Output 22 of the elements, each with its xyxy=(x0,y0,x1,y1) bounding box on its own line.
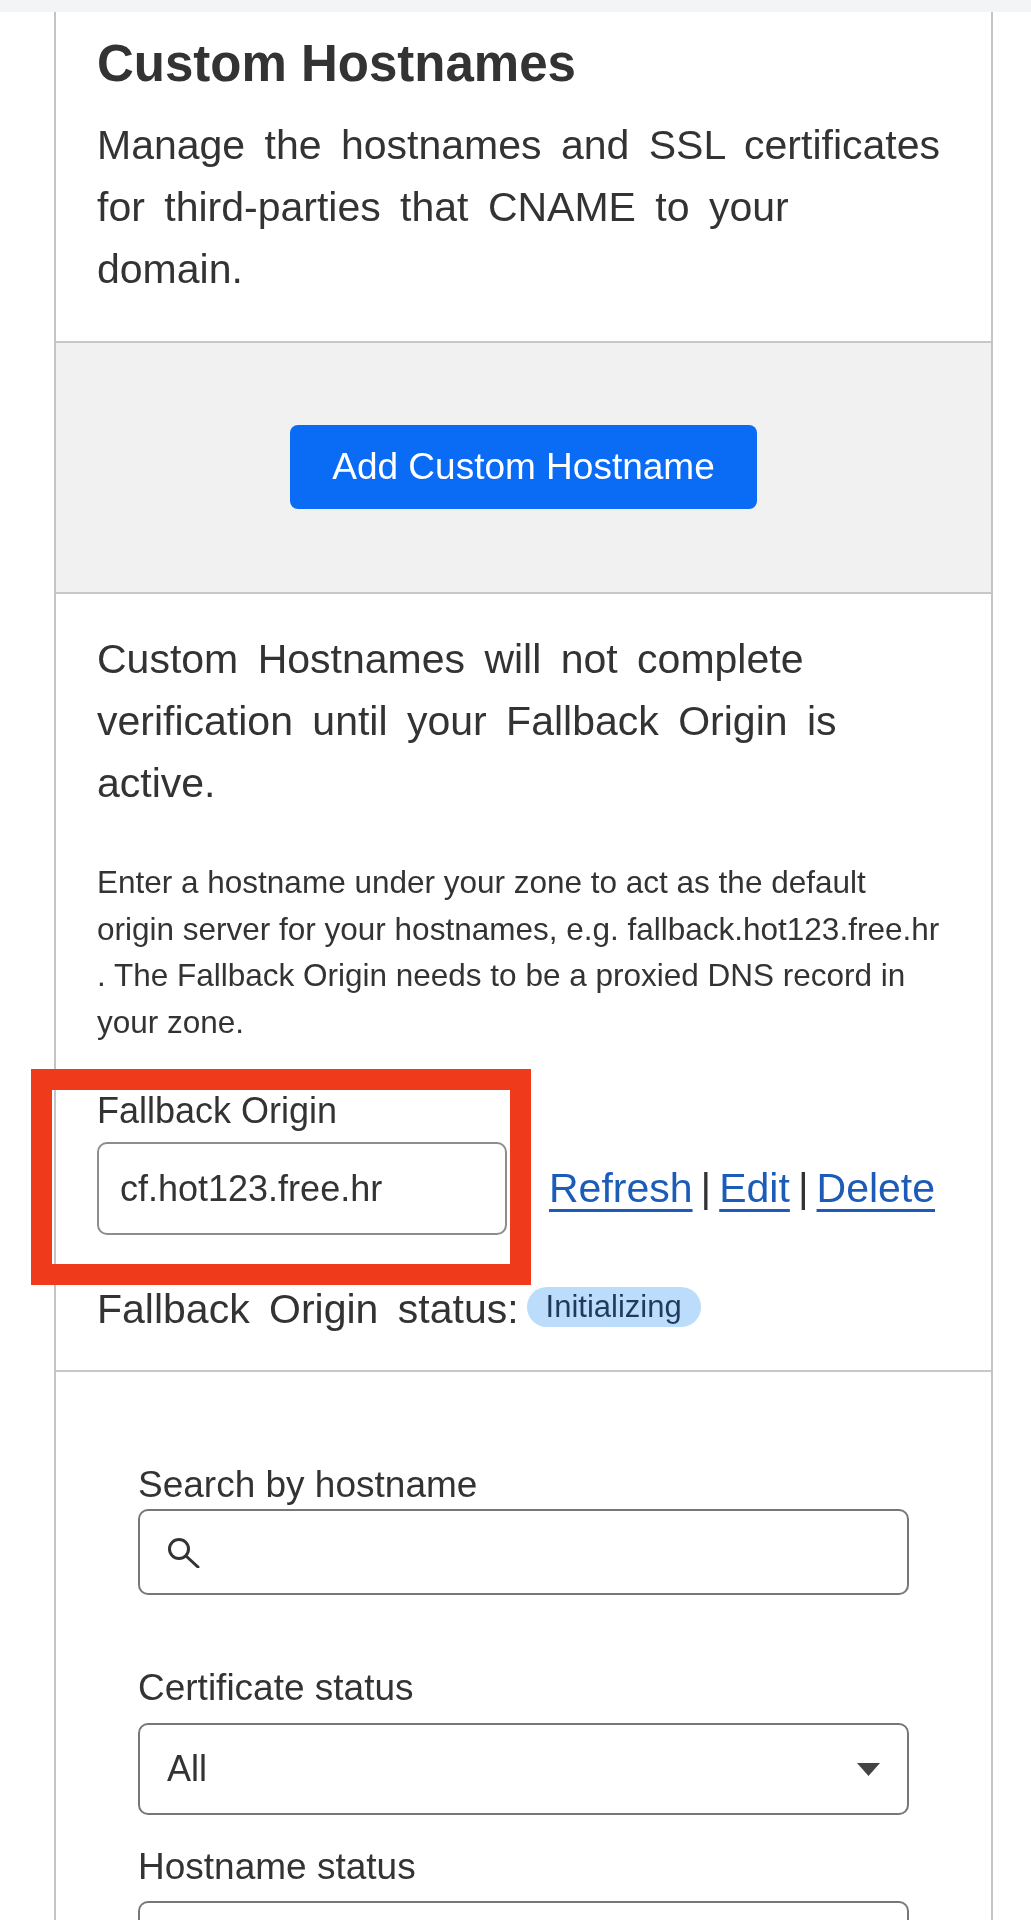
link-separator: | xyxy=(797,1165,809,1212)
status-label: Fallback Origin status: xyxy=(97,1285,519,1333)
action-link[interactable]: Edit xyxy=(719,1165,790,1212)
action-link[interactable]: Delete xyxy=(816,1165,936,1212)
field-label: Certificate status xyxy=(138,1666,415,1710)
add-hostname-button[interactable]: Add Custom Hostname xyxy=(290,425,757,509)
fallback-help-text: Enter a hostname under your zone to act as the default origin server for your hostnames, e.g. fallback.hot123.free.hr . The Fallback Origin needs to be a proxied DNS record in your zone. xyxy=(97,863,941,1042)
fallback-origin-field[interactable]: cf.hot123.free.hr xyxy=(97,1142,507,1235)
field-label: Fallback Origin xyxy=(97,1090,339,1131)
page-description: Manage the hostnames and SSL certificates for third-parties that CNAME to your domain. xyxy=(97,121,941,294)
action-link[interactable]: Refresh xyxy=(549,1165,693,1212)
link-separator: | xyxy=(700,1165,712,1212)
page-title: Custom Hostnames xyxy=(97,34,577,94)
field-label: Search by hostname xyxy=(138,1463,479,1507)
select-field[interactable]: All xyxy=(138,1723,909,1815)
search-field[interactable] xyxy=(138,1509,909,1595)
select-field[interactable] xyxy=(138,1901,909,1920)
fallback-notice: Custom Hostnames will not complete verification until your Fallback Origin is active. xyxy=(97,635,838,808)
caret-down-icon xyxy=(857,1762,880,1776)
status-badge: Initializing xyxy=(526,1287,701,1327)
field-label: Hostname status xyxy=(138,1845,417,1889)
search-icon xyxy=(167,1536,200,1568)
